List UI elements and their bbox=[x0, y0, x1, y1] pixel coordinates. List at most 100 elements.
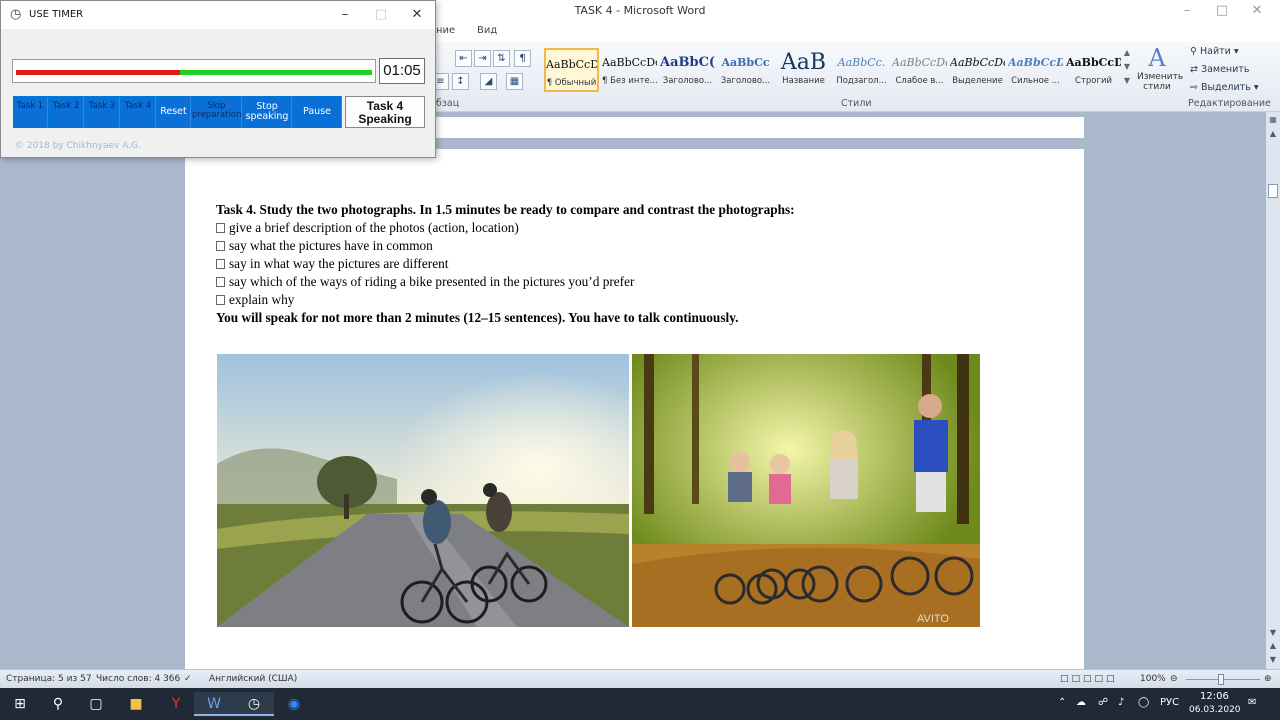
view-buttons-icon[interactable]: □□□□□ bbox=[1060, 674, 1118, 684]
style-sample: AaBbCcDc bbox=[1066, 56, 1121, 69]
tray-app-icon[interactable]: ☁ bbox=[1076, 697, 1086, 708]
network-icon[interactable]: ☍ bbox=[1098, 697, 1108, 708]
borders-icon[interactable]: ▦ bbox=[506, 73, 523, 90]
style-subtle-emphasis[interactable]: AaBbCcDc Слабое в... bbox=[892, 48, 947, 92]
style-sample: AaBbCcDc bbox=[546, 58, 597, 71]
pilcrow-icon[interactable]: ¶ bbox=[514, 50, 531, 67]
timer-maximize-button: □ bbox=[374, 7, 388, 22]
change-styles-button[interactable]: A Изменить стили bbox=[1137, 44, 1184, 96]
zoom-level[interactable]: 100% bbox=[1140, 674, 1166, 684]
notifications-icon[interactable]: ✉ bbox=[1248, 697, 1256, 708]
change-styles-label: Изменить стили bbox=[1137, 72, 1184, 92]
style-heading-1[interactable]: AaBbC( Заголово... bbox=[660, 48, 715, 92]
skip-preparation-button[interactable]: Skip preparation bbox=[192, 97, 242, 127]
stop-speaking-button[interactable]: Stop speaking bbox=[243, 97, 292, 127]
sort-icon[interactable]: ⇅ bbox=[493, 50, 510, 67]
style-subtitle[interactable]: AaBbCc. Подзагол... bbox=[834, 48, 889, 92]
style-normal[interactable]: AaBbCcDc ¶ Обычный bbox=[544, 48, 599, 92]
style-intense-emphasis[interactable]: AaBbCcDc Сильное ... bbox=[1008, 48, 1063, 92]
timer-button-panel: Task 1 Task 2 Task 3 Task 4 Reset Skip p… bbox=[13, 96, 342, 128]
word-taskbar-icon[interactable]: W bbox=[194, 692, 234, 716]
search-icon[interactable]: ⚲ bbox=[38, 692, 78, 716]
task-4-button[interactable]: Task 4 bbox=[121, 97, 156, 127]
input-language[interactable]: РУС bbox=[1160, 697, 1179, 708]
task-1-button[interactable]: Task 1 bbox=[13, 97, 48, 127]
gallery-up-icon[interactable]: ▲ bbox=[1122, 48, 1132, 57]
word-count[interactable]: Число слов: 4 366 bbox=[96, 674, 180, 684]
word-close-button[interactable]: ✕ bbox=[1240, 0, 1274, 22]
page-count[interactable]: Страница: 5 из 57 bbox=[6, 674, 92, 684]
style-title[interactable]: AaB Название bbox=[776, 48, 831, 92]
ruler-toggle-icon[interactable]: ▦ bbox=[1267, 114, 1279, 126]
replace-button[interactable]: ⇄ Заменить bbox=[1190, 64, 1249, 75]
shading-icon[interactable]: ◢ bbox=[480, 73, 497, 90]
stopwatch-icon: ◷ bbox=[10, 7, 22, 22]
task-text[interactable]: Task 4. Study the two photographs. In 1.… bbox=[216, 201, 1056, 327]
style-emphasis[interactable]: AaBbCcDc Выделение bbox=[950, 48, 1005, 92]
zoom-in-icon[interactable]: ⊕ bbox=[1264, 674, 1272, 684]
style-sample: AaB bbox=[780, 50, 827, 75]
clock-date[interactable]: 06.03.2020 bbox=[1189, 705, 1241, 715]
checkbox-bullet-icon bbox=[216, 295, 225, 305]
clock-time[interactable]: 12:06 bbox=[1200, 691, 1229, 702]
timer-titlebar[interactable]: ◷ USE TIMER – □ ✕ bbox=[1, 1, 435, 29]
gallery-more-icon[interactable]: ▼ bbox=[1122, 76, 1132, 85]
next-page-icon[interactable]: ▼ bbox=[1267, 654, 1279, 666]
decrease-indent-icon[interactable]: ⇤ bbox=[455, 50, 472, 67]
pause-button[interactable]: Pause bbox=[293, 97, 342, 127]
document-area[interactable]: Task 4. Study the two photographs. In 1.… bbox=[0, 112, 1266, 669]
tray-extra-icon[interactable]: ◯ bbox=[1138, 697, 1149, 708]
zoom-slider-handle[interactable] bbox=[1218, 674, 1224, 685]
volume-icon[interactable]: ♪ bbox=[1118, 697, 1124, 708]
use-timer-window[interactable]: ◷ USE TIMER – □ ✕ 01:05 Task 1 Task 2 Ta… bbox=[0, 0, 436, 158]
document-language[interactable]: Английский (США) bbox=[209, 674, 297, 684]
task-view-icon[interactable]: ▢ bbox=[76, 692, 116, 716]
replace-icon: ⇄ bbox=[1190, 64, 1201, 75]
document-page[interactable]: Task 4. Study the two photographs. In 1.… bbox=[185, 149, 1084, 669]
task-2-button[interactable]: Task 2 bbox=[49, 97, 84, 127]
style-name: Слабое в... bbox=[895, 76, 944, 86]
windows-start-icon[interactable]: ⊞ bbox=[0, 692, 40, 716]
file-explorer-icon[interactable]: ■ bbox=[116, 692, 156, 716]
previous-page-icon[interactable]: ▲ bbox=[1267, 640, 1279, 652]
style-heading-2[interactable]: AaBbCc Заголово... bbox=[718, 48, 773, 92]
task-3-button[interactable]: Task 3 bbox=[85, 97, 120, 127]
status-bar: Страница: 5 из 57 Число слов: 4 366 ✓ Ан… bbox=[0, 669, 1280, 688]
line-spacing-icon[interactable]: ↕ bbox=[452, 73, 469, 90]
zoom-out-icon[interactable]: ⊖ bbox=[1170, 674, 1178, 684]
style-no-spacing[interactable]: AaBbCcDc ¶ Без инте... bbox=[602, 48, 657, 92]
scroll-down-icon[interactable]: ▼ bbox=[1267, 627, 1279, 639]
paragraph-group-label: бзац bbox=[436, 98, 460, 109]
timer-minimize-button[interactable]: – bbox=[327, 1, 363, 29]
increase-indent-icon[interactable]: ⇥ bbox=[474, 50, 491, 67]
photo-family-cyclists-image: AVITO bbox=[632, 354, 980, 627]
vertical-scrollbar[interactable]: ▦ ▲ ▼ ▲ ▼ bbox=[1266, 112, 1280, 669]
timer-window-title: USE TIMER bbox=[29, 9, 84, 20]
tab-view[interactable]: Вид bbox=[477, 25, 497, 36]
scroll-up-icon[interactable]: ▲ bbox=[1267, 128, 1279, 140]
select-button[interactable]: ⇨ Выделить ▾ bbox=[1190, 82, 1259, 93]
checkbox-bullet-icon bbox=[216, 241, 225, 251]
word-minimize-button[interactable]: – bbox=[1170, 0, 1204, 22]
style-name: ¶ Без инте... bbox=[602, 76, 657, 86]
word-maximize-button[interactable]: □ bbox=[1205, 0, 1239, 22]
reset-button[interactable]: Reset bbox=[157, 97, 191, 127]
zoom-app-icon[interactable]: ◉ bbox=[274, 692, 314, 716]
timer-taskbar-icon[interactable]: ◷ bbox=[234, 692, 274, 716]
find-button[interactable]: ⚲ Найти ▾ bbox=[1190, 46, 1239, 57]
yandex-browser-icon[interactable]: Y bbox=[156, 692, 196, 716]
bullet-text: say what the pictures have in common bbox=[229, 238, 433, 253]
tab-review[interactable]: ние bbox=[436, 25, 455, 36]
style-strong[interactable]: AaBbCcDc Строгий bbox=[1066, 48, 1121, 92]
timer-close-button[interactable]: ✕ bbox=[399, 1, 435, 29]
tray-expand-icon[interactable]: ⌃ bbox=[1058, 697, 1066, 708]
gallery-down-icon[interactable]: ▼ bbox=[1122, 62, 1132, 71]
bullet-text: say which of the ways of riding a bike p… bbox=[229, 274, 635, 289]
style-sample: AaBbCcDc bbox=[1008, 56, 1063, 69]
task-closing: You will speak for not more than 2 minut… bbox=[216, 310, 739, 325]
spellcheck-icon[interactable]: ✓ bbox=[184, 674, 192, 684]
style-name: Выделение bbox=[952, 76, 1003, 86]
progress-elapsed bbox=[16, 70, 180, 75]
progress-remaining bbox=[16, 70, 372, 75]
scroll-thumb[interactable] bbox=[1268, 184, 1278, 198]
